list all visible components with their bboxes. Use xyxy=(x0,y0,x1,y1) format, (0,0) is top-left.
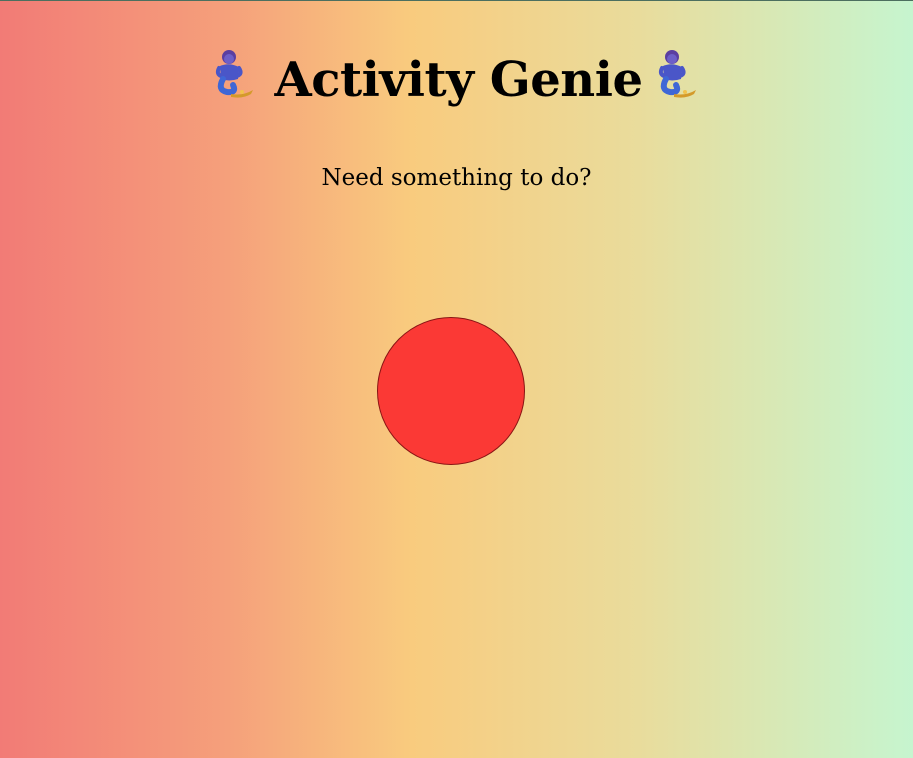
page-title: Activity Genie xyxy=(274,52,643,108)
generate-activity-button[interactable] xyxy=(377,317,525,465)
genie-emoji-icon xyxy=(215,50,253,98)
subtitle-prompt: Need something to do? xyxy=(321,165,592,191)
genie-emoji-icon xyxy=(659,50,697,98)
page-header: Activity Genie xyxy=(0,48,913,112)
top-border-line xyxy=(0,0,913,1)
